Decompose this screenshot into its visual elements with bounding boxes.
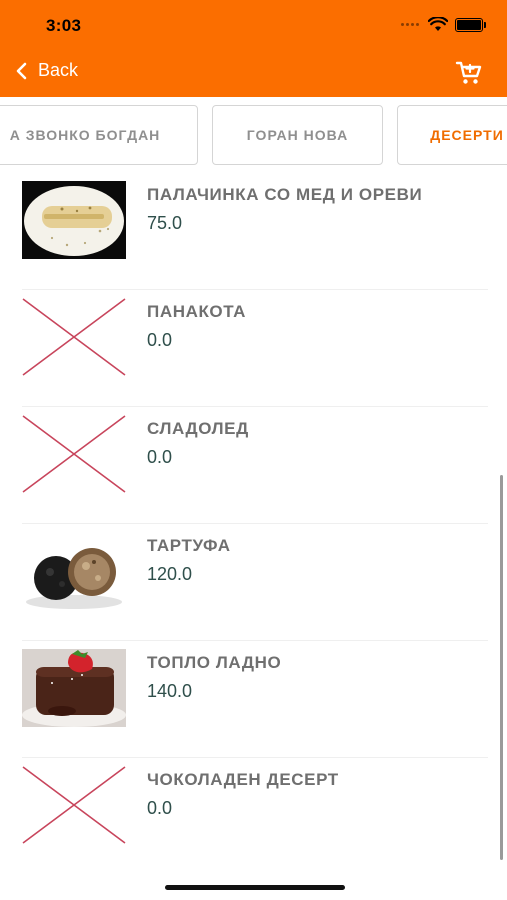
status-icons — [401, 17, 486, 32]
item-price: 140.0 — [147, 681, 193, 701]
item-photo — [22, 532, 126, 610]
item-price: 120.0 — [147, 564, 193, 584]
cart-icon[interactable] — [455, 59, 483, 87]
status-time: 3:03 — [46, 16, 82, 35]
wifi-icon — [428, 17, 448, 31]
chevron-left-icon — [16, 62, 27, 79]
no-image-icon — [22, 298, 126, 376]
back-button[interactable]: Back — [12, 60, 78, 81]
item-name: ПАНАКОТА — [147, 302, 247, 321]
top-bar: 3:03 Back — [0, 0, 507, 97]
item-price: 0.0 — [147, 798, 173, 818]
back-label: Back — [38, 60, 79, 80]
list-item[interactable]: ТОПЛО ЛАДНО 140.0 — [22, 641, 488, 758]
list-item[interactable]: ПАЛАЧИНКА СО МЕД И ОРЕВИ 75.0 — [22, 177, 488, 290]
list-item[interactable]: СЛАДОЛЕД 0.0 — [22, 407, 488, 524]
scrollbar[interactable] — [500, 475, 503, 860]
category-tabs[interactable]: А ЗВОНКО БОГДАН ГОРАН НОВА ДЕСЕРТИ — [0, 97, 507, 177]
no-image-icon — [22, 766, 126, 844]
list-item[interactable]: ЧОКОЛАДЕН ДЕСЕРТ 0.0 — [22, 758, 488, 867]
item-price: 75.0 — [147, 213, 183, 233]
signal-icon — [401, 22, 421, 27]
home-indicator — [165, 885, 345, 890]
item-name: ЧОКОЛАДЕН ДЕСЕРТ — [147, 770, 339, 789]
item-price: 0.0 — [147, 447, 173, 467]
tab-zvonko-bogdan[interactable]: А ЗВОНКО БОГДАН — [0, 105, 198, 165]
tab-goran-nova[interactable]: ГОРАН НОВА — [212, 105, 383, 165]
list-item[interactable]: ТАРТУФА 120.0 — [22, 524, 488, 641]
battery-icon — [455, 17, 486, 32]
menu-list[interactable]: ПАЛАЧИНКА СО МЕД И ОРЕВИ 75.0 ПАНАКОТА 0… — [0, 177, 507, 867]
item-name: СЛАДОЛЕД — [147, 419, 249, 438]
list-item[interactable]: ПАНАКОТА 0.0 — [22, 290, 488, 407]
item-name: ПАЛАЧИНКА СО МЕД И ОРЕВИ — [147, 185, 423, 204]
item-name: ТОПЛО ЛАДНО — [147, 653, 282, 672]
item-photo — [22, 181, 126, 259]
item-name: ТАРТУФА — [147, 536, 231, 555]
item-price: 0.0 — [147, 330, 173, 350]
item-photo — [22, 649, 126, 727]
no-image-icon — [22, 415, 126, 493]
tab-deserti[interactable]: ДЕСЕРТИ — [397, 105, 507, 165]
